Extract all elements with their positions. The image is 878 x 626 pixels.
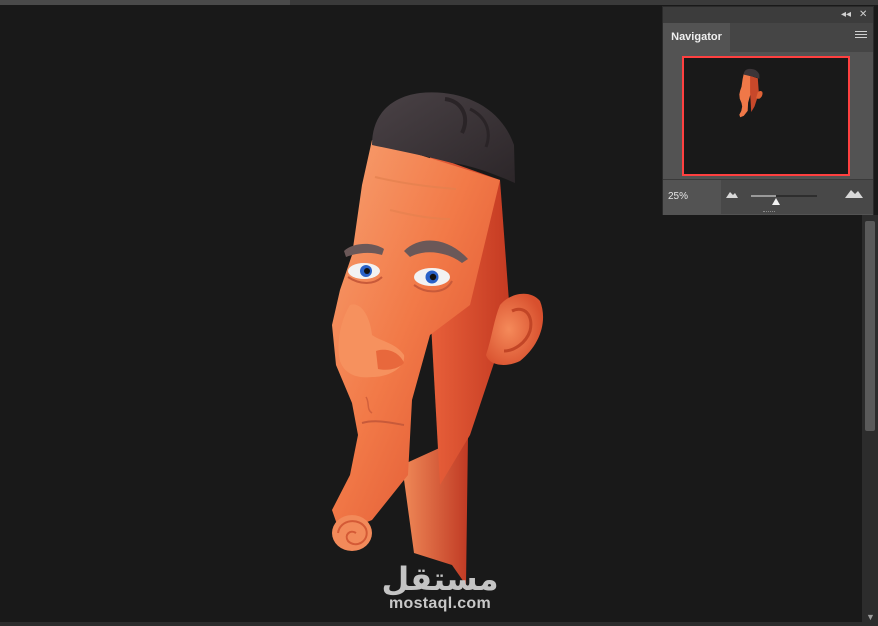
navigator-panel: ◂◂ ✕ Navigator 25%: [662, 6, 874, 215]
close-panel-icon[interactable]: ✕: [859, 8, 867, 22]
horizontal-scrollbar[interactable]: [0, 622, 862, 626]
tab-navigator[interactable]: Navigator: [663, 23, 730, 52]
zoom-slider-thumb[interactable]: [771, 197, 781, 205]
watermark-latin: mostaql.com: [389, 595, 491, 612]
watermark-arabic: مستقل: [381, 560, 499, 598]
scroll-down-arrow-icon[interactable]: ▼: [866, 613, 875, 622]
preview-thumbnail: [739, 68, 763, 118]
navigator-footer: 25%: [663, 179, 873, 215]
collapse-panel-icon[interactable]: ◂◂: [841, 8, 851, 22]
zoom-level-field[interactable]: 25%: [668, 180, 720, 214]
panel-tab-row: Navigator: [663, 23, 873, 52]
navigator-preview[interactable]: [682, 56, 850, 176]
panel-menu-icon[interactable]: [855, 31, 867, 43]
vertical-scroll-thumb[interactable]: [865, 221, 875, 431]
panel-title-bar[interactable]: ◂◂ ✕: [663, 7, 873, 23]
zoom-slider[interactable]: [751, 195, 817, 197]
panel-resize-grip[interactable]: [763, 211, 775, 214]
zoom-out-icon[interactable]: [726, 190, 738, 198]
watermark: مستقل mostaql.com: [370, 562, 510, 612]
zoom-in-icon[interactable]: [845, 187, 863, 198]
zoom-controls: [721, 180, 873, 214]
vertical-scrollbar[interactable]: ▼: [862, 215, 878, 626]
